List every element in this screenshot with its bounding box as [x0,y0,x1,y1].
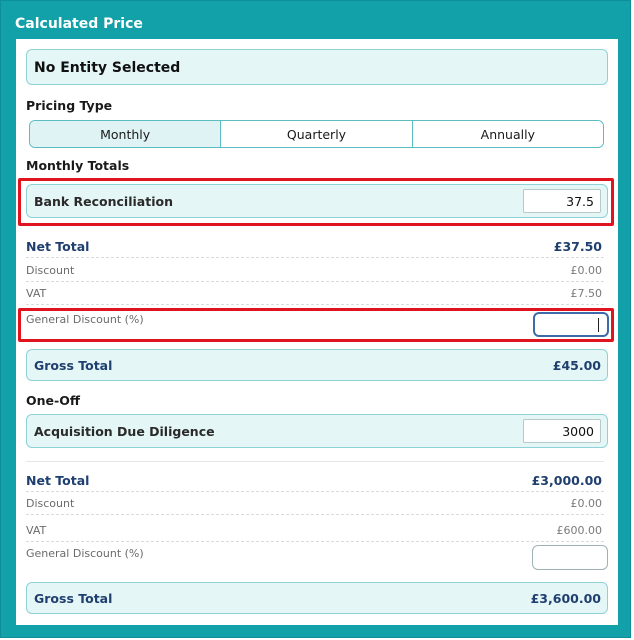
monthly-discount-value: £0.00 [570,264,603,277]
calculated-price-window: Calculated Price No Entity Selected Pric… [0,0,631,638]
one-off-general-discount-label: General Discount (%) [26,547,144,560]
window-title: Calculated Price [15,16,143,32]
entity-selector[interactable]: No Entity Selected [26,49,608,85]
one-off-vat-label: VAT [26,524,47,537]
monthly-totals-heading: Monthly Totals [26,158,130,173]
one-off-item-row: Acquisition Due Diligence [26,414,608,448]
one-off-net-total-label: Net Total [26,473,90,488]
monthly-net-total-label: Net Total [26,239,90,254]
one-off-discount-label: Discount [26,497,75,510]
monthly-discount-row: Discount £0.00 [26,260,604,282]
one-off-general-discount-input[interactable] [532,545,608,570]
one-off-discount-row: Discount £0.00 [26,493,604,515]
one-off-vat-row: VAT £600.00 [26,520,604,542]
monthly-vat-value: £7.50 [570,287,603,300]
monthly-vat-row: VAT £7.50 [26,283,604,305]
text-caret [598,318,599,332]
monthly-net-total-row: Net Total £37.50 [26,236,604,258]
one-off-general-discount-row: General Discount (%) [26,543,604,565]
pricing-type-toggle: Monthly Quarterly Annually [29,120,604,148]
pricing-type-monthly[interactable]: Monthly [30,121,222,147]
one-off-gross-total-label: Gross Total [34,591,113,606]
monthly-discount-label: Discount [26,264,75,277]
one-off-item-label: Acquisition Due Diligence [34,424,215,439]
monthly-vat-label: VAT [26,287,47,300]
monthly-general-discount-label: General Discount (%) [26,313,144,326]
monthly-gross-total-label: Gross Total [34,358,113,373]
monthly-gross-total-row: Gross Total £45.00 [26,349,608,381]
monthly-item-amount-input[interactable] [523,189,601,213]
one-off-gross-total-value: £3,600.00 [530,591,601,606]
pricing-type-quarterly[interactable]: Quarterly [221,121,413,147]
one-off-vat-value: £600.00 [556,524,603,537]
monthly-general-discount-row: General Discount (%) [26,309,604,331]
price-panel: No Entity Selected Pricing Type Monthly … [16,39,618,625]
monthly-gross-total-value: £45.00 [552,358,601,373]
one-off-net-total-value: £3,000.00 [531,473,602,488]
pricing-type-annually[interactable]: Annually [412,121,603,147]
one-off-heading: One-Off [26,393,80,408]
monthly-item-label: Bank Reconciliation [34,194,173,209]
monthly-net-total-value: £37.50 [553,239,602,254]
one-off-discount-value: £0.00 [570,497,603,510]
pricing-type-label: Pricing Type [26,98,113,113]
one-off-gross-total-row: Gross Total £3,600.00 [26,582,608,614]
one-off-net-total-row: Net Total £3,000.00 [26,470,604,492]
section-divider [26,461,604,462]
monthly-general-discount-input[interactable] [533,312,609,337]
one-off-item-amount-input[interactable] [523,419,601,443]
monthly-item-row: Bank Reconciliation [26,184,608,218]
